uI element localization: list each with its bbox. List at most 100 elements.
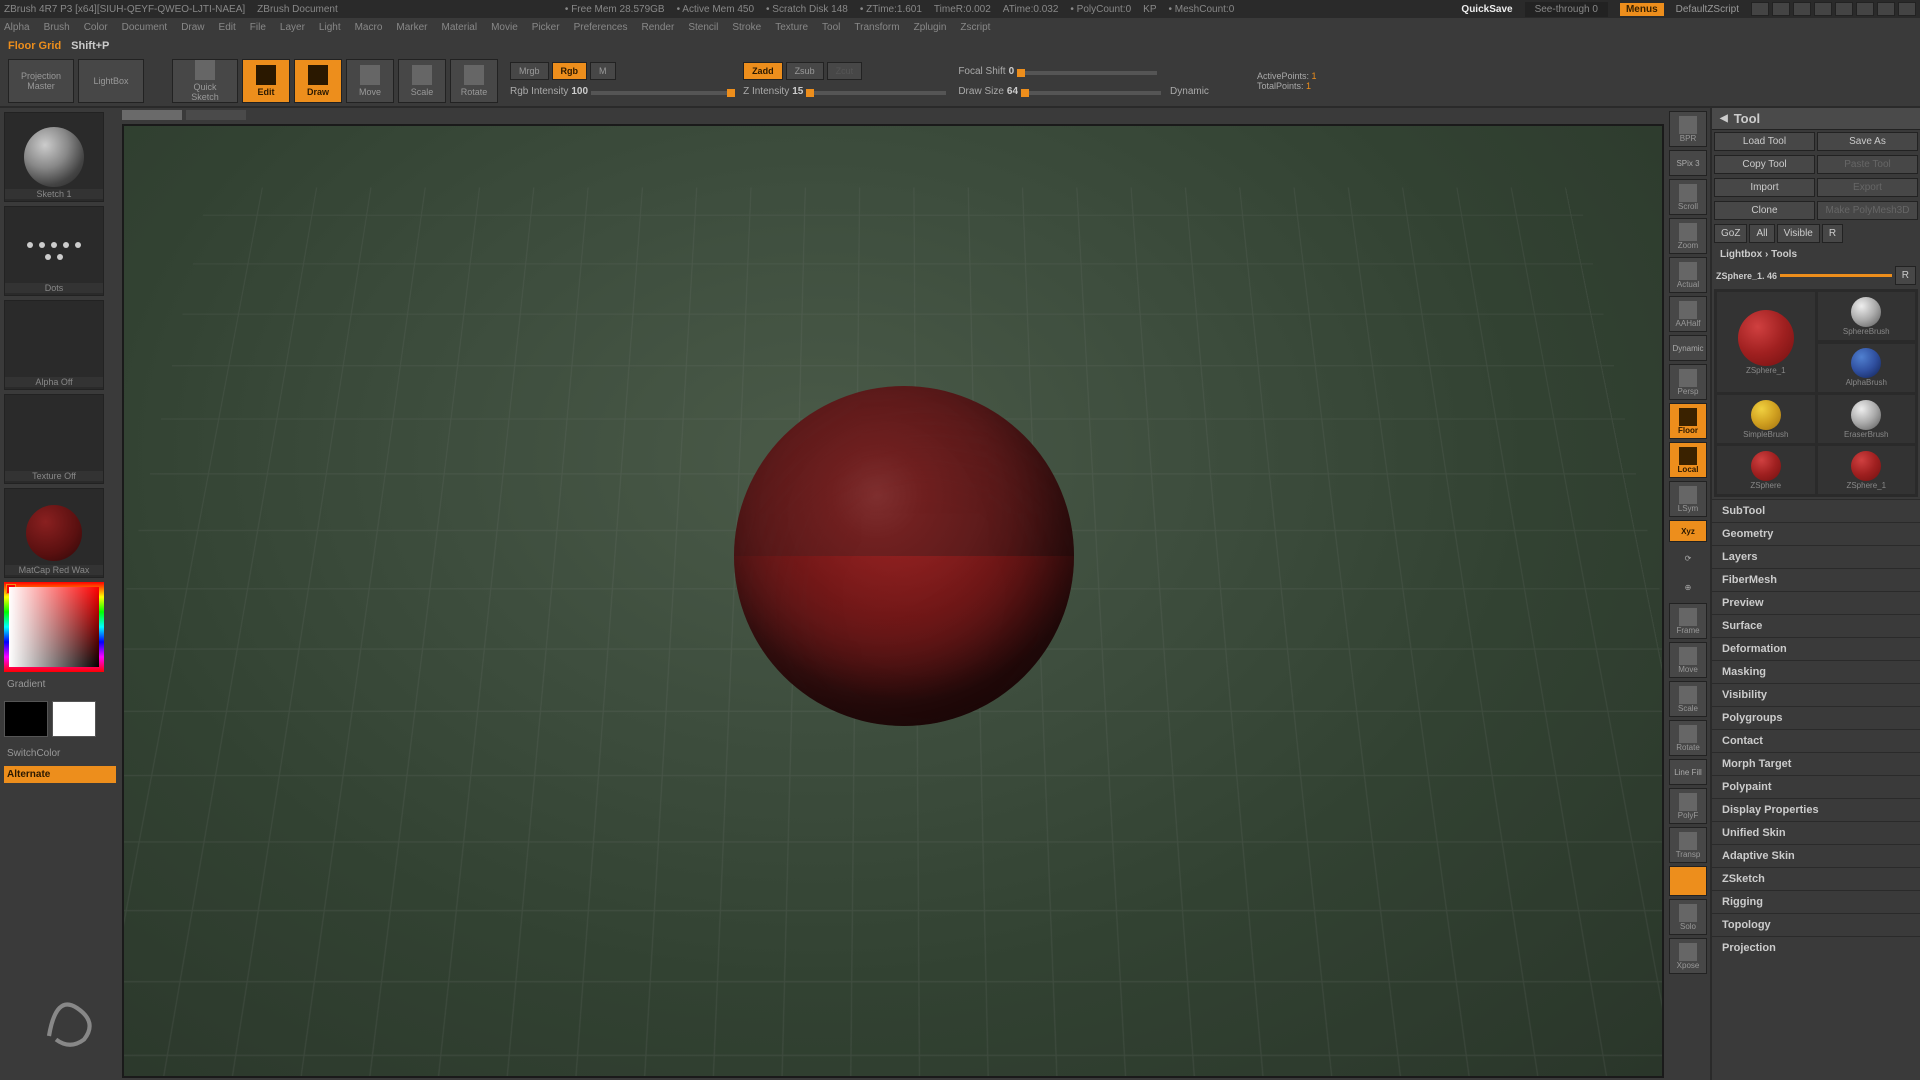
section-masking[interactable]: Masking [1712, 660, 1920, 683]
xyz-button[interactable]: Xyz [1669, 520, 1707, 542]
lsym-button[interactable]: LSym [1669, 481, 1707, 517]
tool-eraserbrush[interactable]: EraserBrush [1818, 395, 1916, 443]
maximize-icon[interactable] [1877, 2, 1895, 16]
quicksave-button[interactable]: QuickSave [1461, 4, 1512, 15]
menu-tool[interactable]: Tool [822, 22, 840, 33]
draw-size-slider[interactable] [1021, 91, 1161, 95]
solo-button[interactable]: Solo [1669, 899, 1707, 935]
menu-color[interactable]: Color [84, 22, 108, 33]
window-icon-4[interactable] [1814, 2, 1832, 16]
draw-size-value[interactable]: 64 [1007, 86, 1018, 97]
section-surface[interactable]: Surface [1712, 614, 1920, 637]
scroll-button[interactable]: Scroll [1669, 179, 1707, 215]
menu-transform[interactable]: Transform [854, 22, 899, 33]
menu-movie[interactable]: Movie [491, 22, 518, 33]
nav-move-button[interactable]: Move [1669, 642, 1707, 678]
tool-zsphere-1[interactable]: ZSphere_1 [1818, 446, 1916, 494]
section-deformation[interactable]: Deformation [1712, 637, 1920, 660]
menu-brush[interactable]: Brush [44, 22, 70, 33]
section-morph-target[interactable]: Morph Target [1712, 752, 1920, 775]
lightbox-tools-label[interactable]: Lightbox › Tools [1712, 245, 1920, 264]
section-visibility[interactable]: Visibility [1712, 683, 1920, 706]
move-button[interactable]: Move [346, 59, 394, 103]
frame-button[interactable]: Frame [1669, 603, 1707, 639]
persp-button[interactable]: Persp [1669, 364, 1707, 400]
floor-button[interactable]: Floor [1669, 403, 1707, 439]
menu-layer[interactable]: Layer [280, 22, 305, 33]
gradient-button[interactable]: Gradient [4, 676, 116, 693]
z-intensity-slider[interactable] [806, 91, 946, 95]
tool-slider[interactable] [1780, 274, 1892, 277]
menu-zscript[interactable]: Zscript [960, 22, 990, 33]
center-icon[interactable]: ⊕ [1669, 574, 1707, 600]
goz-visible-button[interactable]: Visible [1777, 224, 1820, 243]
viewport-canvas[interactable] [122, 124, 1664, 1078]
quick-sketch-button[interactable]: Quick Sketch [172, 59, 238, 103]
tool-simplebrush[interactable]: SimpleBrush [1717, 395, 1815, 443]
zsub-button[interactable]: Zsub [786, 62, 824, 80]
tool-spherebrush[interactable]: SphereBrush [1818, 292, 1916, 340]
section-topology[interactable]: Topology [1712, 913, 1920, 936]
swatch-white[interactable] [52, 701, 96, 737]
focal-shift-slider[interactable] [1017, 71, 1157, 75]
section-projection[interactable]: Projection [1712, 936, 1920, 959]
current-tool-name[interactable]: ZSphere_1. 46 [1716, 271, 1777, 281]
edit-button[interactable]: Edit [242, 59, 290, 103]
rgb-button[interactable]: Rgb [552, 62, 588, 80]
canvas-tab-2[interactable] [186, 110, 246, 120]
bpr-button[interactable]: BPR [1669, 111, 1707, 147]
draw-button[interactable]: Draw [294, 59, 342, 103]
aahalf-button[interactable]: AAHalf [1669, 296, 1707, 332]
menu-zplugin[interactable]: Zplugin [914, 22, 947, 33]
rgb-intensity-value[interactable]: 100 [571, 86, 588, 97]
goz-button[interactable]: GoZ [1714, 224, 1747, 243]
make-polymesh-button[interactable]: Make PolyMesh3D [1817, 201, 1918, 220]
section-geometry[interactable]: Geometry [1712, 522, 1920, 545]
canvas-tab-1[interactable] [122, 110, 182, 120]
menus-toggle[interactable]: Menus [1620, 3, 1664, 16]
rotate-axis-icon[interactable]: ⟳ [1669, 545, 1707, 571]
menu-edit[interactable]: Edit [219, 22, 236, 33]
menu-material[interactable]: Material [442, 22, 478, 33]
projection-master-button[interactable]: Projection Master [8, 59, 74, 103]
copy-tool-button[interactable]: Copy Tool [1714, 155, 1815, 174]
lightbox-button[interactable]: LightBox [78, 59, 144, 103]
switchcolor-button[interactable]: SwitchColor [4, 745, 116, 762]
section-rigging[interactable]: Rigging [1712, 890, 1920, 913]
ghost-button[interactable] [1669, 866, 1707, 896]
section-fibermesh[interactable]: FiberMesh [1712, 568, 1920, 591]
import-button[interactable]: Import [1714, 178, 1815, 197]
nav-scale-button[interactable]: Scale [1669, 681, 1707, 717]
section-preview[interactable]: Preview [1712, 591, 1920, 614]
section-polygroups[interactable]: Polygroups [1712, 706, 1920, 729]
load-tool-button[interactable]: Load Tool [1714, 132, 1815, 151]
paste-tool-button[interactable]: Paste Tool [1817, 155, 1918, 174]
tool-zsphere-1-large[interactable]: ZSphere_1 [1717, 292, 1815, 392]
menu-marker[interactable]: Marker [396, 22, 427, 33]
focal-shift-value[interactable]: 0 [1009, 66, 1015, 77]
section-subtool[interactable]: SubTool [1712, 499, 1920, 522]
menu-macro[interactable]: Macro [355, 22, 383, 33]
close-icon[interactable] [1898, 2, 1916, 16]
menu-render[interactable]: Render [642, 22, 675, 33]
menu-file[interactable]: File [250, 22, 266, 33]
local-button[interactable]: Local [1669, 442, 1707, 478]
minimize-icon[interactable] [1856, 2, 1874, 16]
rgb-intensity-slider[interactable]: .tb-slider[style*="100%"]::after{left:ca… [591, 91, 731, 95]
default-zscript[interactable]: DefaultZScript [1676, 4, 1739, 15]
alternate-button[interactable]: Alternate [4, 766, 116, 783]
export-button[interactable]: Export [1817, 178, 1918, 197]
menu-picker[interactable]: Picker [532, 22, 560, 33]
seethrough-slider[interactable]: See-through 0 [1525, 2, 1608, 17]
brush-slot[interactable]: Sketch 1 [4, 112, 104, 202]
dynamic-label[interactable]: Dynamic [1170, 86, 1209, 97]
tool-alphabrush[interactable]: AlphaBrush [1818, 344, 1916, 392]
menu-stencil[interactable]: Stencil [688, 22, 718, 33]
nav-rotate-button[interactable]: Rotate [1669, 720, 1707, 756]
zsphere-object[interactable] [734, 386, 1074, 726]
z-intensity-value[interactable]: 15 [792, 86, 803, 97]
window-icon-2[interactable] [1772, 2, 1790, 16]
zadd-button[interactable]: Zadd [743, 62, 783, 80]
window-icon-3[interactable] [1793, 2, 1811, 16]
goz-r-button[interactable]: R [1822, 224, 1843, 243]
